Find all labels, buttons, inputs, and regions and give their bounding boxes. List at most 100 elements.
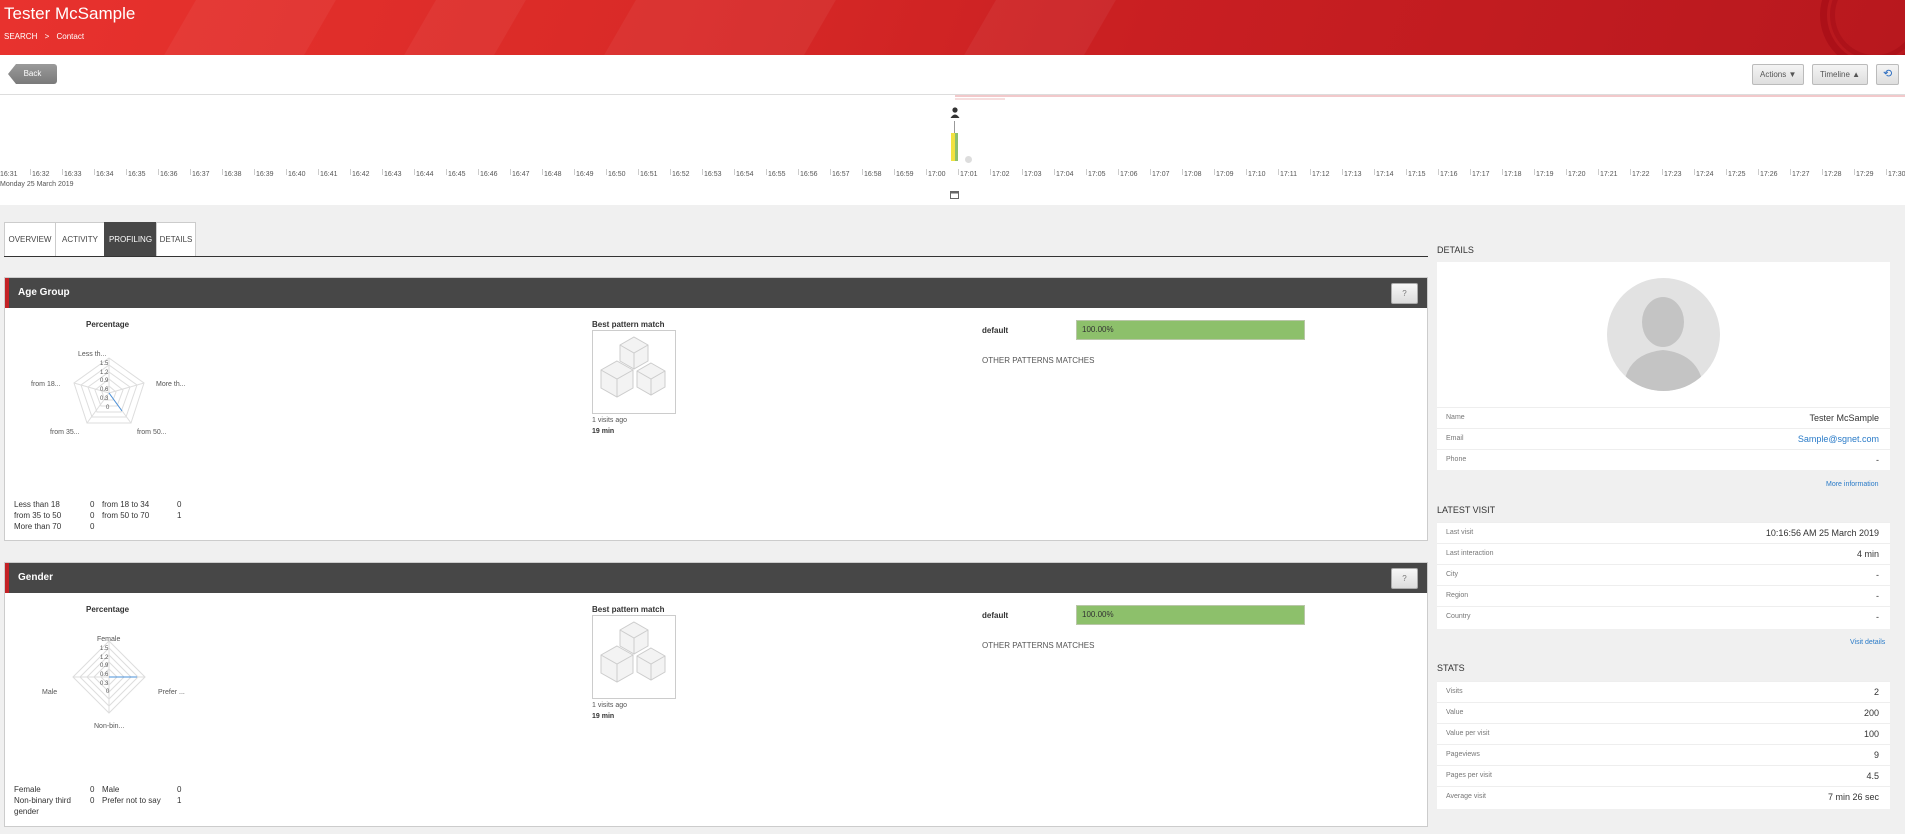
stat-row-pages-per-visit: Pages per visit 4.5 — [1437, 765, 1890, 786]
timeline-tick — [318, 169, 319, 175]
radar-axis-label: Female — [97, 636, 121, 643]
value-label: from 35 to 50 — [14, 511, 62, 520]
timeline-tick — [1086, 169, 1087, 175]
timeline-dot[interactable] — [965, 156, 972, 163]
timeline-tick-label: 17:22 — [1632, 171, 1650, 178]
value-label: Non-binary third — [14, 796, 71, 805]
latest-row-country: Country - — [1437, 606, 1890, 627]
more-information-link[interactable]: More information — [1826, 481, 1879, 488]
timeline-tick — [606, 169, 607, 175]
timeline-tick — [478, 169, 479, 175]
value-label: Less than 18 — [14, 500, 60, 509]
details-box: Name Tester McSample Email Sample@sgnet.… — [1437, 262, 1890, 470]
pattern-image[interactable] — [592, 615, 676, 699]
timeline-tick-label: 16:46 — [480, 171, 498, 178]
timeline-tick — [1534, 169, 1535, 175]
radar-axis-label: Less th... — [78, 351, 107, 358]
back-button[interactable]: Back — [8, 64, 57, 84]
timeline-tick — [990, 169, 991, 175]
help-button[interactable]: ? — [1391, 568, 1418, 589]
pattern-match-fill: 100.00% — [1077, 606, 1304, 624]
timeline-tick — [638, 169, 639, 175]
panel-title: Gender — [18, 572, 54, 583]
age-radar-chart — [73, 357, 145, 424]
timeline-tick — [158, 169, 159, 175]
timeline-tick-label: 17:07 — [1152, 171, 1170, 178]
timeline-tick — [1502, 169, 1503, 175]
timeline-tick — [1278, 169, 1279, 175]
breadcrumb-contact[interactable]: Contact — [56, 32, 84, 41]
stat-row-value: Value 200 — [1437, 702, 1890, 723]
breadcrumb: SEARCH > Contact — [4, 32, 89, 41]
value-label: from 18 to 34 — [102, 500, 150, 509]
help-button[interactable]: ? — [1391, 283, 1418, 304]
timeline-tick — [414, 169, 415, 175]
timeline-tick — [1310, 169, 1311, 175]
timeline-tick — [1182, 169, 1183, 175]
radar-axis-label: Prefer ... — [158, 689, 185, 696]
timeline-visit-bar[interactable] — [955, 133, 958, 161]
timeline-button[interactable]: Timeline ▲ — [1812, 64, 1869, 85]
timeline-tick-label: 16:52 — [672, 171, 690, 178]
avatar — [1607, 278, 1720, 391]
value-number: 1 — [177, 511, 182, 520]
radar-axis-label: from 35... — [50, 429, 80, 436]
timeline-tick-label: 16:55 — [768, 171, 786, 178]
visit-duration: 19 min — [592, 428, 615, 435]
value-number: 0 — [90, 522, 95, 531]
timeline-tick-label: 17:05 — [1088, 171, 1106, 178]
latest-visit-title: LATEST VISIT — [1437, 505, 1496, 515]
best-pattern-label: Best pattern match — [592, 605, 665, 614]
panel-header: Age Group ? — [5, 278, 1427, 308]
timeline-tick-label: 17:02 — [992, 171, 1010, 178]
pattern-image[interactable] — [592, 330, 676, 414]
timeline-tick-label: 17:09 — [1216, 171, 1234, 178]
calendar-icon[interactable] — [950, 190, 959, 199]
timeline-tick — [1470, 169, 1471, 175]
timeline-tick-label: 16:32 — [32, 171, 50, 178]
timeline-tick — [542, 169, 543, 175]
person-icon[interactable] — [950, 107, 960, 119]
timeline-tick-label: 16:59 — [896, 171, 914, 178]
visit-details-link[interactable]: Visit details — [1850, 639, 1885, 646]
timeline-tick-label: 16:34 — [96, 171, 114, 178]
timeline-tick — [254, 169, 255, 175]
details-title: DETAILS — [1437, 245, 1474, 255]
value-label: Prefer not to say — [102, 796, 161, 805]
timeline-tick — [830, 169, 831, 175]
timeline-tick-label: 16:43 — [384, 171, 402, 178]
timeline-tick-label: 17:08 — [1184, 171, 1202, 178]
radar-axis-label: Non-bin... — [94, 723, 125, 730]
value-number: 0 — [177, 785, 182, 794]
timeline-tick — [1662, 169, 1663, 175]
stat-row-average-visit: Average visit 7 min 26 sec — [1437, 786, 1890, 807]
timeline-tick — [286, 169, 287, 175]
timeline-tick — [734, 169, 735, 175]
tab-overview[interactable]: OVERVIEW — [4, 222, 56, 257]
tab-activity[interactable]: ACTIVITY — [55, 222, 105, 257]
tab-profiling[interactable]: PROFILING — [104, 222, 157, 257]
timeline-tick-label: 17:26 — [1760, 171, 1778, 178]
visits-ago: 1 visits ago — [592, 417, 628, 424]
cubes-icon — [600, 336, 666, 398]
value-number: 1 — [177, 796, 182, 805]
timeline-tick-label: 16:57 — [832, 171, 850, 178]
value-label: from 50 to 70 — [102, 511, 150, 520]
timeline-tick — [446, 169, 447, 175]
timeline-tick — [926, 169, 927, 175]
timeline-tick — [1758, 169, 1759, 175]
breadcrumb-search[interactable]: SEARCH — [4, 32, 37, 41]
page-header: Tester McSample SEARCH > Contact — [0, 0, 1905, 55]
panel-title: Age Group — [18, 287, 70, 298]
timeline-tick-label: 17:14 — [1376, 171, 1394, 178]
detail-row-email: Email Sample@sgnet.com — [1437, 428, 1890, 449]
actions-button[interactable]: Actions ▼ — [1752, 64, 1805, 85]
refresh-button[interactable]: ⟲ — [1876, 64, 1900, 85]
timeline-tick — [1246, 169, 1247, 175]
email-link[interactable]: Sample@sgnet.com — [1798, 434, 1879, 444]
timeline-tick — [510, 169, 511, 175]
timeline-tick-label: 16:37 — [192, 171, 210, 178]
tab-details[interactable]: DETAILS — [156, 222, 196, 257]
timeline-tick-label: 17:27 — [1792, 171, 1810, 178]
value-number: 0 — [90, 785, 95, 794]
